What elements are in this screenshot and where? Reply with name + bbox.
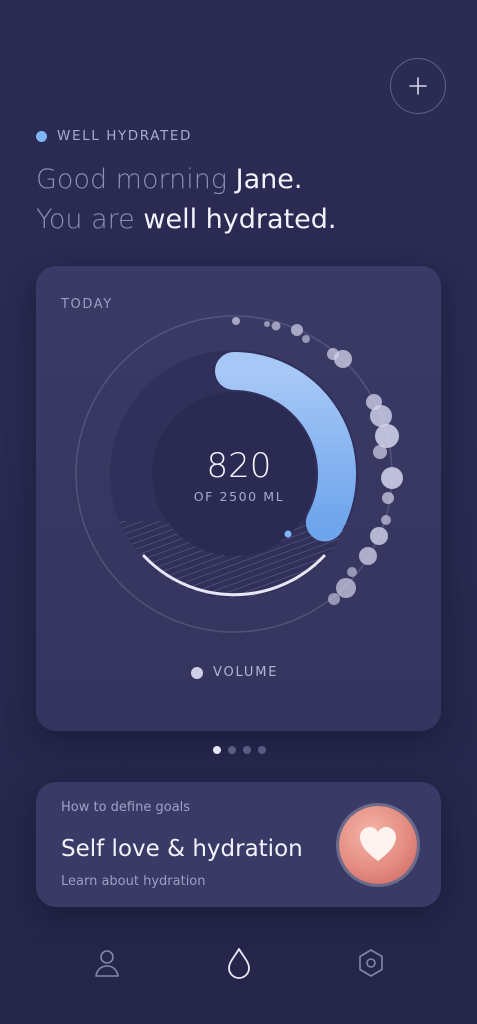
add-button[interactable] [390,58,446,114]
greeting-line-2: You are well hydrated. [36,200,336,240]
bubble [370,527,388,545]
bubble [336,578,356,598]
page-dot-4[interactable] [258,746,266,754]
today-card[interactable]: TODAY 820 OF 2500 ML VOLUME [36,266,441,731]
tab-profile[interactable] [92,946,122,980]
user-name: Jane. [235,164,303,195]
plus-icon [409,77,427,95]
greeting-prefix: Good morning [36,164,236,195]
hydration-article-card[interactable]: How to define goals Self love & hydratio… [36,782,441,907]
hydration-home-screen: WELL HYDRATED Good morning Jane. You are… [0,0,477,1024]
page-indicator [213,746,266,754]
bubble [264,321,270,327]
intake-goal: OF 2500 ML [193,489,285,504]
intake-value: 820 [206,446,272,486]
heart-badge [339,806,417,884]
bubble [370,405,392,427]
greeting: Good morning Jane. You are well hydrated… [36,160,336,240]
bubble [382,492,394,504]
bubble [328,593,340,605]
status-label: WELL HYDRATED [57,128,192,144]
status-dot [36,130,47,142]
bubble [302,335,310,343]
bubble [373,445,387,459]
article-kicker: How to define goals [61,800,191,815]
heart-icon [360,827,396,861]
bubble [375,424,399,448]
tab-settings[interactable] [356,946,386,980]
article-title: Self love & hydration [61,836,303,862]
tab-hydration[interactable] [224,946,254,980]
bubble [381,467,403,489]
bubble [334,350,352,368]
bubble [359,547,377,565]
bubble [232,317,240,325]
bubble [381,515,391,525]
page-dot-1[interactable] [213,746,221,754]
volume-legend-label: VOLUME [213,665,279,680]
hydration-status: WELL HYDRATED [36,128,192,144]
page-dot-3[interactable] [243,746,251,754]
page-dot-2[interactable] [228,746,236,754]
profile-icon [95,950,119,977]
article-link[interactable]: Learn about hydration [61,874,206,889]
drop-icon [228,948,250,979]
greeting-line-1: Good morning Jane. [36,160,336,200]
bubble [271,321,281,331]
settings-icon [359,949,383,977]
arc-end-dot [284,530,292,538]
volume-legend[interactable]: VOLUME [191,665,278,680]
bubble [291,324,303,336]
volume-legend-dot [191,666,203,679]
bubble [347,567,357,577]
status-prefix: You are [36,204,144,235]
status-text: well hydrated. [143,204,337,235]
